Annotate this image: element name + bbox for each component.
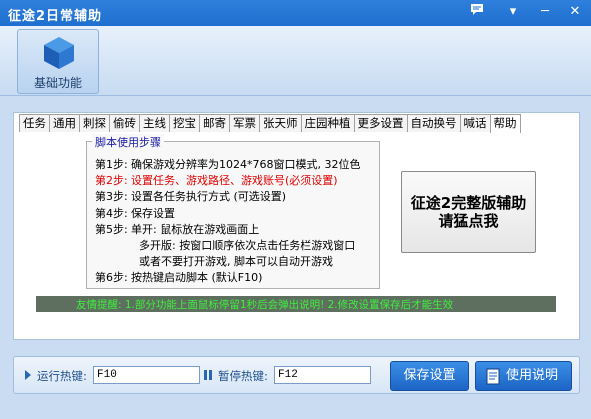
user-guide-label: 使用说明 [506,368,559,383]
chat-icon[interactable] [467,3,487,21]
minimize-icon[interactable]: ─ [535,3,555,21]
tab-5[interactable]: 挖宝 [169,114,200,132]
tab-9[interactable]: 庄园种植 [300,114,355,132]
tab-1[interactable]: 通用 [49,114,80,132]
step-number: 第4步: [95,206,128,220]
run-hotkey-label: 运行热键: [37,369,87,383]
window-title: 征途2日常辅助 [8,9,103,24]
step-number: 第5步: [95,222,128,236]
tab-4[interactable]: 主线 [139,114,170,132]
step-text: 设置各任务执行方式 (可选设置) [131,190,287,204]
step-number: 第3步: [95,190,128,204]
run-hotkey-input[interactable] [93,366,200,384]
tab-2[interactable]: 刺探 [79,114,110,132]
run-arrow-icon [25,370,31,380]
step-text: 或者不要打开游戏, 脚本可以自动开游戏 [139,255,333,269]
step-text: 设置任务、游戏路径、游戏账号(必须设置) [131,174,338,188]
tab-0[interactable]: 任务 [19,114,50,132]
full-version-line2: 请猛点我 [438,212,499,230]
step-number: 第2步: [95,174,128,188]
step-row: 第6步: 按热键启动脚本 (默认F10) [95,269,262,285]
step-text: 保存设置 [131,206,175,220]
tab-12[interactable]: 喊话 [459,114,491,132]
step-text: 确保游戏分辨率为1024*768窗口模式, 32位色 [131,158,361,171]
tab-13[interactable]: 帮助 [489,114,521,133]
step-row: 第3步: 设置各任务执行方式 (可选设置) [95,188,286,204]
step-number: 第6步: [95,271,128,285]
document-icon [486,368,500,385]
dropdown-icon[interactable]: ▾ [503,3,523,21]
step-text: 按热键启动脚本 (默认F10) [131,271,263,285]
module-label: 基础功能 [33,76,82,90]
steps-legend: 脚本使用步骤 [92,134,164,150]
step-row: 多开版: 按窗口顺序依次点击任务栏游戏窗口 [139,237,355,253]
user-guide-button[interactable]: 使用说明 [475,361,572,391]
pause-hotkey-label: 暂停热键: [218,369,268,383]
tab-3[interactable]: 偷砖 [109,114,140,132]
basic-functions-module[interactable]: 基础功能 [17,29,99,94]
step-row: 第5步: 单开: 鼠标放在游戏画面上 [95,221,259,237]
step-row: 或者不要打开游戏, 脚本可以自动开游戏 [139,253,333,269]
full-version-button[interactable]: 征途2完整版辅助 请猛点我 [401,171,536,253]
step-text: 多开版: 按窗口顺序依次点击任务栏游戏窗口 [139,239,356,252]
tip-text: 友情提醒: 1.部分功能上面鼠标停留1秒后会弹出说明! 2.修改设置保存后才能生… [76,299,454,311]
step-number: 第1步: [95,158,128,171]
tab-strip: 任务 通用 刺探 偷砖 主线 挖宝 邮寄 军票 张天师 庄园种植 更多设置 自动换号 喊话 帮助 [19,114,521,133]
tab-8[interactable]: 张天师 [259,114,302,132]
save-settings-button[interactable]: 保存设置 [390,361,469,391]
close-icon[interactable]: ✕ [565,3,585,21]
step-text: 单开: 鼠标放在游戏画面上 [131,222,260,236]
tab-7[interactable]: 军票 [229,114,260,132]
title-bar: 征途2日常辅助 ▾ ─ ✕ [0,0,591,26]
pause-hotkey-input[interactable] [274,366,371,384]
step-row: 第4步: 保存设置 [95,205,175,221]
ribbon: 基础功能 [0,26,591,96]
step-row: 第1步: 确保游戏分辨率为1024*768窗口模式, 32位色 [95,156,360,172]
steps-group: 脚本使用步骤 第1步: 确保游戏分辨率为1024*768窗口模式, 32位色 第2步… [86,134,380,289]
pause-icon [204,370,212,380]
cube-icon [44,37,74,69]
tab-10[interactable]: 更多设置 [353,114,408,132]
save-settings-label: 保存设置 [403,368,456,383]
full-version-line1: 征途2完整版辅助 [410,194,527,212]
tip-bar: 友情提醒: 1.部分功能上面鼠标停留1秒后会弹出说明! 2.修改设置保存后才能生… [36,296,556,312]
step-row: 第2步: 设置任务、游戏路径、游戏账号(必须设置) [95,172,338,188]
tab-6[interactable]: 邮寄 [199,114,230,132]
tab-11[interactable]: 自动换号 [406,114,461,132]
